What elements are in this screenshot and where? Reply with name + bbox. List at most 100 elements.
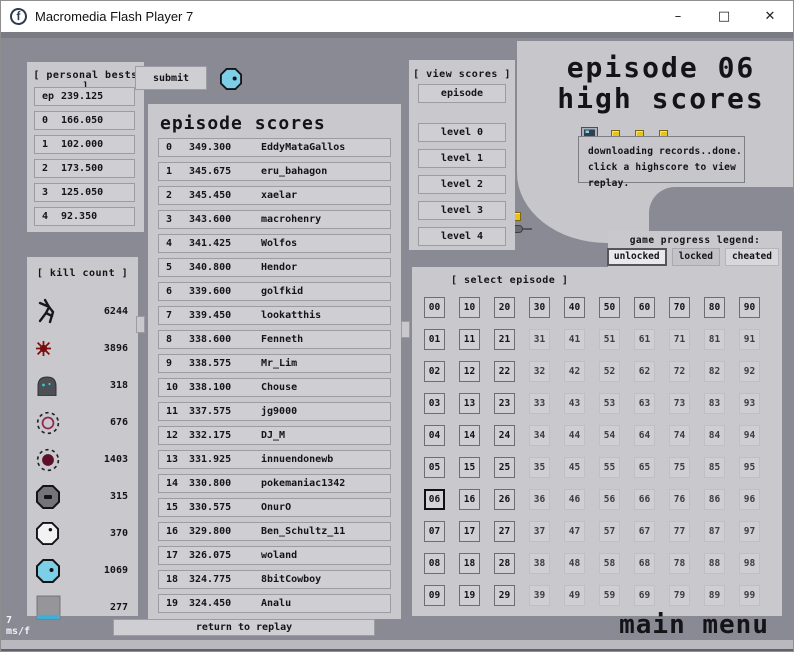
highscore-row[interactable]: 17 326.075 woland bbox=[158, 546, 391, 565]
highscore-row[interactable]: 3 343.600 macrohenry bbox=[158, 210, 391, 229]
highscore-row[interactable]: 16 329.800 Ben_Schultz_11 bbox=[158, 522, 391, 541]
episode-cell-92[interactable]: 92 bbox=[739, 361, 760, 382]
episode-cell-57[interactable]: 57 bbox=[599, 521, 620, 542]
episode-cell-97[interactable]: 97 bbox=[739, 521, 760, 542]
episode-cell-80[interactable]: 80 bbox=[704, 297, 725, 318]
episode-cell-66[interactable]: 66 bbox=[634, 489, 655, 510]
view-scores-button-episode[interactable]: episode bbox=[418, 84, 506, 103]
episode-cell-87[interactable]: 87 bbox=[704, 521, 725, 542]
episode-cell-40[interactable]: 40 bbox=[564, 297, 585, 318]
view-scores-button-level-4[interactable]: level 4 bbox=[418, 227, 506, 246]
episode-cell-86[interactable]: 86 bbox=[704, 489, 725, 510]
episode-cell-96[interactable]: 96 bbox=[739, 489, 760, 510]
episode-cell-62[interactable]: 62 bbox=[634, 361, 655, 382]
episode-cell-94[interactable]: 94 bbox=[739, 425, 760, 446]
episode-cell-60[interactable]: 60 bbox=[634, 297, 655, 318]
episode-cell-59[interactable]: 59 bbox=[599, 585, 620, 606]
highscore-row[interactable]: 15 330.575 OnurO bbox=[158, 498, 391, 517]
episode-cell-72[interactable]: 72 bbox=[669, 361, 690, 382]
episode-cell-13[interactable]: 13 bbox=[459, 393, 480, 414]
episode-cell-19[interactable]: 19 bbox=[459, 585, 480, 606]
highscore-row[interactable]: 6 339.600 golfkid bbox=[158, 282, 391, 301]
highscore-row[interactable]: 11 337.575 jg9000 bbox=[158, 402, 391, 421]
episode-cell-42[interactable]: 42 bbox=[564, 361, 585, 382]
episode-cell-89[interactable]: 89 bbox=[704, 585, 725, 606]
episode-cell-71[interactable]: 71 bbox=[669, 329, 690, 350]
episode-cell-68[interactable]: 68 bbox=[634, 553, 655, 574]
episode-cell-22[interactable]: 22 bbox=[494, 361, 515, 382]
episode-cell-99[interactable]: 99 bbox=[739, 585, 760, 606]
highscore-row[interactable]: 4 341.425 Wolfos bbox=[158, 234, 391, 253]
episode-cell-88[interactable]: 88 bbox=[704, 553, 725, 574]
episode-cell-93[interactable]: 93 bbox=[739, 393, 760, 414]
episode-cell-24[interactable]: 24 bbox=[494, 425, 515, 446]
episode-cell-90[interactable]: 90 bbox=[739, 297, 760, 318]
close-button[interactable]: ✕ bbox=[747, 1, 793, 32]
view-scores-button-level-0[interactable]: level 0 bbox=[418, 123, 506, 142]
episode-cell-02[interactable]: 02 bbox=[424, 361, 445, 382]
episode-cell-10[interactable]: 10 bbox=[459, 297, 480, 318]
episode-cell-00[interactable]: 00 bbox=[424, 297, 445, 318]
highscore-row[interactable]: 13 331.925 innuendonewb bbox=[158, 450, 391, 469]
episode-cell-37[interactable]: 37 bbox=[529, 521, 550, 542]
episode-cell-91[interactable]: 91 bbox=[739, 329, 760, 350]
episode-cell-74[interactable]: 74 bbox=[669, 425, 690, 446]
episode-cell-64[interactable]: 64 bbox=[634, 425, 655, 446]
highscore-row[interactable]: 2 345.450 xaelar bbox=[158, 186, 391, 205]
episode-cell-51[interactable]: 51 bbox=[599, 329, 620, 350]
episode-cell-48[interactable]: 48 bbox=[564, 553, 585, 574]
episode-cell-27[interactable]: 27 bbox=[494, 521, 515, 542]
episode-cell-58[interactable]: 58 bbox=[599, 553, 620, 574]
episode-cell-52[interactable]: 52 bbox=[599, 361, 620, 382]
episode-cell-70[interactable]: 70 bbox=[669, 297, 690, 318]
minimize-button[interactable]: – bbox=[655, 1, 701, 32]
view-scores-button-level-2[interactable]: level 2 bbox=[418, 175, 506, 194]
episode-cell-55[interactable]: 55 bbox=[599, 457, 620, 478]
episode-cell-32[interactable]: 32 bbox=[529, 361, 550, 382]
episode-cell-67[interactable]: 67 bbox=[634, 521, 655, 542]
episode-cell-46[interactable]: 46 bbox=[564, 489, 585, 510]
episode-cell-78[interactable]: 78 bbox=[669, 553, 690, 574]
episode-cell-15[interactable]: 15 bbox=[459, 457, 480, 478]
episode-cell-73[interactable]: 73 bbox=[669, 393, 690, 414]
episode-cell-12[interactable]: 12 bbox=[459, 361, 480, 382]
episode-cell-83[interactable]: 83 bbox=[704, 393, 725, 414]
episode-cell-16[interactable]: 16 bbox=[459, 489, 480, 510]
episode-cell-08[interactable]: 08 bbox=[424, 553, 445, 574]
highscore-row[interactable]: 5 340.800 Hendor bbox=[158, 258, 391, 277]
highscore-row[interactable]: 7 339.450 lookatthis bbox=[158, 306, 391, 325]
maximize-button[interactable]: □ bbox=[701, 1, 747, 32]
episode-cell-34[interactable]: 34 bbox=[529, 425, 550, 446]
main-menu-button[interactable]: main menu bbox=[541, 610, 769, 640]
episode-cell-17[interactable]: 17 bbox=[459, 521, 480, 542]
episode-cell-53[interactable]: 53 bbox=[599, 393, 620, 414]
episode-cell-85[interactable]: 85 bbox=[704, 457, 725, 478]
highscore-row[interactable]: 0 349.300 EddyMataGallos bbox=[158, 138, 391, 157]
episode-cell-03[interactable]: 03 bbox=[424, 393, 445, 414]
episode-cell-63[interactable]: 63 bbox=[634, 393, 655, 414]
episode-cell-61[interactable]: 61 bbox=[634, 329, 655, 350]
episode-cell-09[interactable]: 09 bbox=[424, 585, 445, 606]
episode-cell-65[interactable]: 65 bbox=[634, 457, 655, 478]
episode-cell-56[interactable]: 56 bbox=[599, 489, 620, 510]
episode-cell-41[interactable]: 41 bbox=[564, 329, 585, 350]
highscore-row[interactable]: 10 338.100 Chouse bbox=[158, 378, 391, 397]
highscore-row[interactable]: 12 332.175 DJ_M bbox=[158, 426, 391, 445]
episode-cell-77[interactable]: 77 bbox=[669, 521, 690, 542]
highscore-row[interactable]: 1 345.675 eru_bahagon bbox=[158, 162, 391, 181]
episode-cell-23[interactable]: 23 bbox=[494, 393, 515, 414]
view-scores-button-level-3[interactable]: level 3 bbox=[418, 201, 506, 220]
highscore-row[interactable]: 19 324.450 Analu bbox=[158, 594, 391, 613]
episode-cell-45[interactable]: 45 bbox=[564, 457, 585, 478]
episode-cell-39[interactable]: 39 bbox=[529, 585, 550, 606]
episode-cell-38[interactable]: 38 bbox=[529, 553, 550, 574]
episode-cell-84[interactable]: 84 bbox=[704, 425, 725, 446]
episode-cell-18[interactable]: 18 bbox=[459, 553, 480, 574]
episode-cell-21[interactable]: 21 bbox=[494, 329, 515, 350]
episode-cell-28[interactable]: 28 bbox=[494, 553, 515, 574]
return-to-replay-button[interactable]: return to replay bbox=[113, 619, 375, 636]
highscore-row[interactable]: 8 338.600 Fenneth bbox=[158, 330, 391, 349]
episode-cell-44[interactable]: 44 bbox=[564, 425, 585, 446]
highscore-row[interactable]: 14 330.800 pokemaniac1342 bbox=[158, 474, 391, 493]
highscore-row[interactable]: 18 324.775 8bitCowboy bbox=[158, 570, 391, 589]
